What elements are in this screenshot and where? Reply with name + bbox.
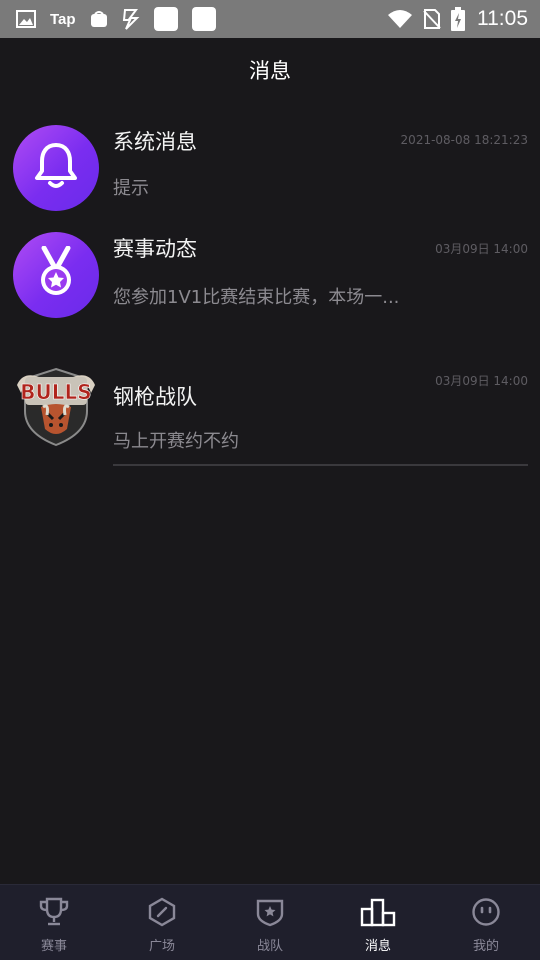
tab-label: 赛事 <box>40 939 67 954</box>
bolt-icon <box>122 8 140 30</box>
bag-icon <box>90 10 108 28</box>
tap-app-icon: Tap <box>50 10 76 28</box>
tab-team[interactable]: 战队 <box>216 885 324 960</box>
page-header: 消息 <box>0 38 540 102</box>
bell-icon <box>32 141 80 195</box>
tab-label: 战队 <box>256 939 283 954</box>
clock: 11:05 <box>477 7 528 30</box>
svg-text:BULLS: BULLS <box>20 380 91 404</box>
tab-profile[interactable]: 我的 <box>432 885 540 960</box>
tab-label: 消息 <box>364 939 391 954</box>
message-title: 钢枪战队 <box>113 385 197 409</box>
message-time: 03月09日 14:00 <box>435 374 528 388</box>
message-title: 系统消息 <box>113 130 197 154</box>
tab-events[interactable]: 赛事 <box>0 885 108 960</box>
bulls-logo: BULLS <box>13 363 99 453</box>
gallery-icon <box>16 10 36 28</box>
podium-icon <box>360 897 396 931</box>
message-time: 03月09日 14:00 <box>435 242 528 256</box>
message-preview: 您参加1V1比赛结束比赛，本场一... <box>113 287 400 308</box>
page-title: 消息 <box>249 59 291 83</box>
message-title: 赛事动态 <box>113 237 197 261</box>
trophy-icon <box>38 897 70 931</box>
message-item-system[interactable]: 系统消息 2021-08-08 18:21:23 提示 <box>0 118 540 218</box>
message-time: 2021-08-08 18:21:23 <box>400 133 528 147</box>
message-preview: 提示 <box>113 178 149 199</box>
message-item-team[interactable]: BULLS 03月09日 14:00 钢枪战队 马上开赛约不约 <box>0 365 540 470</box>
bottom-nav: 赛事 广场 战队 消息 我的 <box>0 884 540 960</box>
tab-messages[interactable]: 消息 <box>324 885 432 960</box>
plaza-icon <box>147 897 177 931</box>
status-bar: Tap 11:05 <box>0 0 540 38</box>
battery-charging-icon <box>451 7 465 31</box>
team-shield-icon <box>256 897 284 931</box>
events-avatar <box>13 232 99 318</box>
wifi-icon <box>387 9 413 29</box>
tab-label: 广场 <box>148 939 175 954</box>
list-divider <box>113 464 528 466</box>
system-avatar <box>13 125 99 211</box>
notification-square-icon <box>153 7 178 31</box>
medal-icon <box>32 245 80 304</box>
no-sim-icon <box>423 8 441 30</box>
message-preview: 马上开赛约不约 <box>113 431 239 452</box>
message-item-events[interactable]: 赛事动态 03月09日 14:00 您参加1V1比赛结束比赛，本场一... <box>0 225 540 325</box>
tab-label: 我的 <box>472 939 499 954</box>
team-avatar: BULLS <box>13 365 99 451</box>
profile-face-icon <box>471 897 501 931</box>
notification-square-icon <box>191 7 216 31</box>
tab-plaza[interactable]: 广场 <box>108 885 216 960</box>
